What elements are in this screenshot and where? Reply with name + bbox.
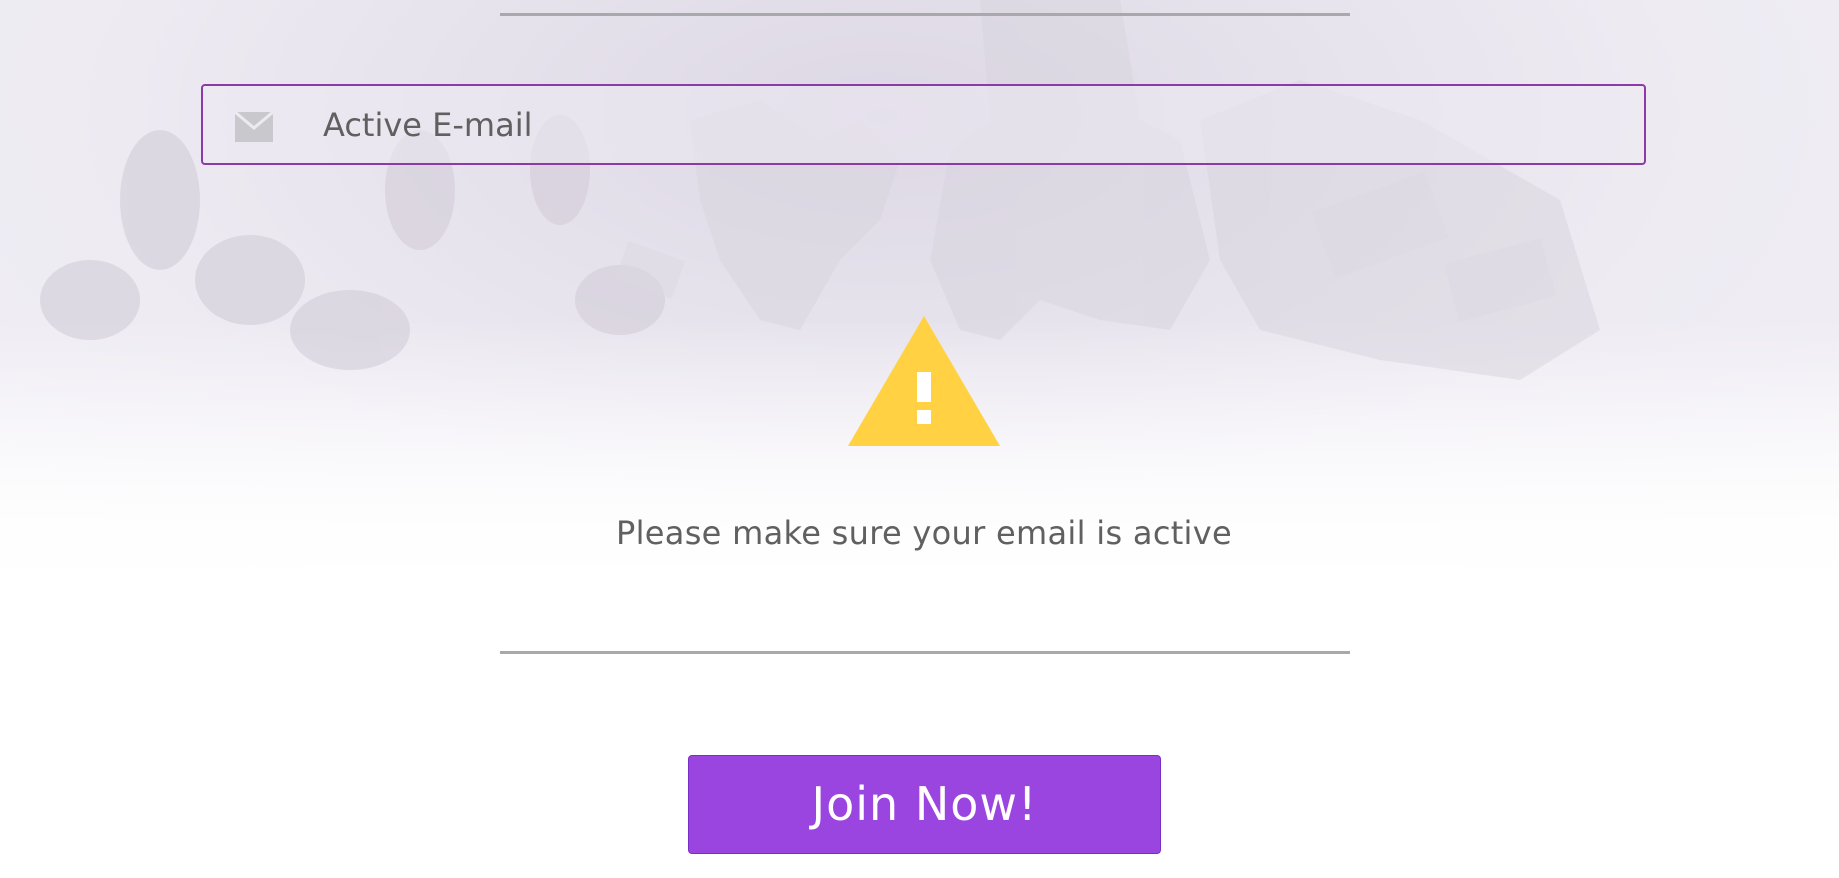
email-field[interactable]: [201, 84, 1646, 165]
mail-icon: [235, 112, 273, 142]
bottom-divider: [500, 651, 1350, 654]
signup-page: Please make sure your email is active Jo…: [0, 0, 1839, 878]
email-input[interactable]: [323, 86, 1623, 163]
warning-icon: [848, 316, 1000, 446]
join-now-button[interactable]: Join Now!: [688, 755, 1161, 854]
top-divider: [500, 13, 1350, 16]
email-active-notice: Please make sure your email is active: [616, 514, 1232, 552]
